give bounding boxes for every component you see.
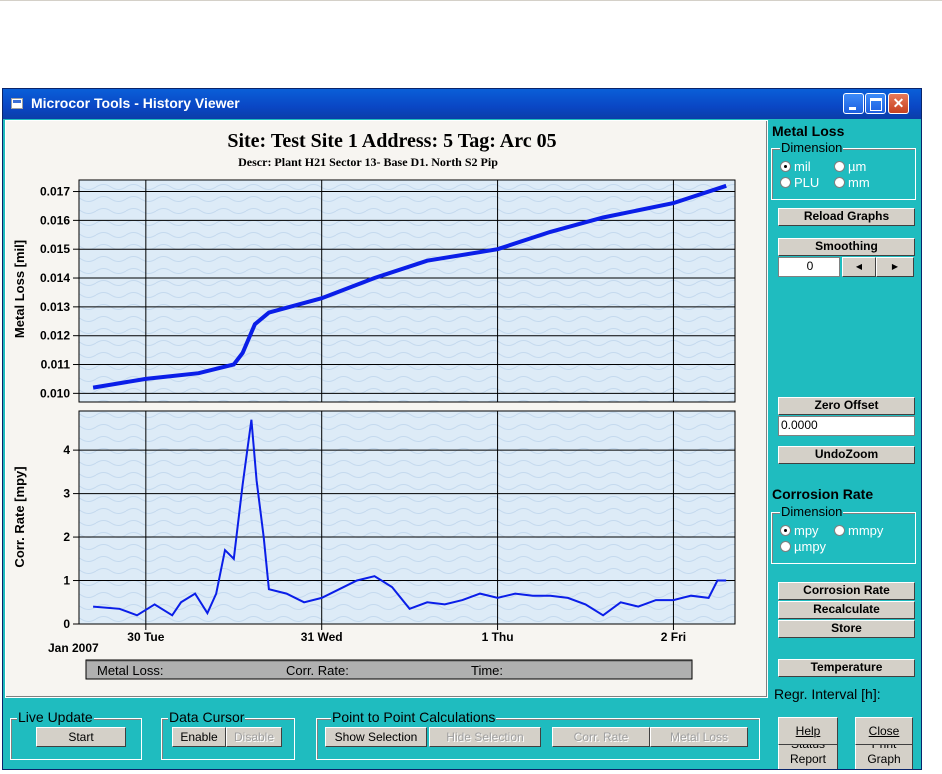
metal-loss-tick-label: 0.010 bbox=[40, 386, 70, 400]
x-tick-label: 31 Wed bbox=[301, 630, 343, 644]
radio-mpy[interactable]: mpy bbox=[780, 523, 819, 538]
enable-cursor-button[interactable]: Enable bbox=[172, 727, 226, 747]
metal-loss-tick-label: 0.016 bbox=[40, 213, 70, 227]
corr-rate-tick-label: 3 bbox=[63, 487, 70, 501]
corrosion-rate-button[interactable]: Corrosion Rate bbox=[778, 582, 915, 600]
metal-loss-plot-area[interactable] bbox=[78, 179, 736, 403]
corrosion-rate-dimension-group: Dimension mpy mmpy µmpy bbox=[771, 504, 916, 564]
reload-graphs-button[interactable]: Reload Graphs bbox=[778, 208, 915, 226]
regr-interval-label: Regr. Interval [h]: bbox=[774, 686, 881, 702]
corr-rate-tick-label: 1 bbox=[63, 574, 70, 588]
p2p-label: Point to Point Calculations bbox=[331, 709, 497, 725]
metal-loss-tick-label: 0.017 bbox=[40, 185, 70, 199]
close-label: Close bbox=[868, 724, 900, 738]
recalculate-button[interactable]: Recalculate bbox=[778, 601, 915, 619]
radio-plu[interactable]: PLU bbox=[780, 175, 819, 190]
smoothing-value-field[interactable]: 0 bbox=[778, 257, 840, 277]
corr-rate-y-label: Corr. Rate [mpy] bbox=[12, 466, 27, 567]
maximize-button[interactable] bbox=[865, 93, 886, 114]
smoothing-button[interactable]: Smoothing bbox=[778, 238, 915, 256]
live-update-label: Live Update bbox=[17, 709, 94, 725]
right-control-panel: Metal Loss Dimension mil µm PLU mm Reloa… bbox=[768, 120, 921, 769]
metal-loss-dimension-label: Dimension bbox=[780, 140, 844, 155]
smoothing-increase-button[interactable]: ▶ bbox=[876, 257, 914, 277]
undo-zoom-button[interactable]: UndoZoom bbox=[778, 446, 915, 464]
radio-mmpy[interactable]: mmpy bbox=[834, 523, 883, 538]
live-update-group: Live Update Start bbox=[10, 709, 142, 760]
metal-loss-tick-label: 0.011 bbox=[41, 358, 71, 372]
corr-rate-tick-label: 2 bbox=[63, 530, 70, 544]
metal-loss-dimension-group: Dimension mil µm PLU mm bbox=[771, 140, 916, 200]
history-viewer-window: Microcor Tools - History Viewer ✕ Site: … bbox=[2, 88, 922, 770]
close-window-button[interactable]: ✕ bbox=[888, 93, 909, 114]
status-time: Time: bbox=[471, 663, 503, 678]
start-button[interactable]: Start bbox=[36, 727, 126, 747]
corr-rate-tick-label: 4 bbox=[63, 443, 70, 457]
corr-rate-tick-label: 0 bbox=[63, 617, 70, 631]
x-tick-label: 1 Thu bbox=[482, 630, 514, 644]
graph-panel[interactable]: Site: Test Site 1 Address: 5 Tag: Arc 05… bbox=[5, 120, 768, 698]
top-separator bbox=[0, 0, 942, 1]
zero-offset-field[interactable]: 0.0000 bbox=[778, 416, 915, 436]
status-metal-loss: Metal Loss: bbox=[97, 663, 163, 678]
metal-loss-tick-label: 0.015 bbox=[40, 242, 70, 256]
cursor-status-bar: Metal Loss: Corr. Rate: Time: bbox=[85, 659, 693, 680]
close-button[interactable]: Close bbox=[855, 717, 913, 745]
help-button[interactable]: Help bbox=[778, 717, 838, 745]
metal-loss-tick-label: 0.014 bbox=[40, 271, 70, 285]
radio-um[interactable]: µm bbox=[834, 159, 866, 174]
bottom-controls: Live Update Start Data Cursor Enable Dis… bbox=[3, 698, 913, 769]
disable-cursor-button[interactable]: Disable bbox=[226, 727, 282, 747]
temperature-button[interactable]: Temperature bbox=[778, 659, 915, 677]
app-icon[interactable] bbox=[11, 98, 23, 109]
status-report-label-2: Report bbox=[789, 752, 827, 766]
metal-loss-tick-label: 0.013 bbox=[40, 300, 70, 314]
store-button[interactable]: Store bbox=[778, 620, 915, 638]
corr-rate-y-axis: 0 1 2 3 4 bbox=[63, 443, 79, 631]
minimize-button[interactable] bbox=[843, 93, 864, 114]
radio-umpy[interactable]: µmpy bbox=[780, 539, 826, 554]
corrosion-rate-dimension-label: Dimension bbox=[780, 504, 844, 519]
show-selection-button[interactable]: Show Selection bbox=[325, 727, 427, 747]
zero-offset-button[interactable]: Zero Offset bbox=[778, 397, 915, 415]
p2p-group: Point to Point Calculations Show Selecti… bbox=[316, 709, 760, 760]
metal-loss-tick-label: 0.012 bbox=[40, 329, 70, 343]
data-cursor-group: Data Cursor Enable Disable bbox=[161, 709, 295, 760]
title-bar[interactable]: Microcor Tools - History Viewer ✕ bbox=[3, 89, 921, 119]
window-title: Microcor Tools - History Viewer bbox=[31, 95, 240, 111]
p2p-corr-rate-button[interactable]: Corr. Rate bbox=[552, 727, 650, 747]
metal-loss-heading: Metal Loss bbox=[772, 123, 845, 139]
x-tick-label: 30 Tue bbox=[127, 630, 164, 644]
corrosion-rate-heading: Corrosion Rate bbox=[772, 486, 874, 502]
x-tick-label: 2 Fri bbox=[661, 630, 686, 644]
radio-mm[interactable]: mm bbox=[834, 175, 870, 190]
status-corr-rate: Corr. Rate: bbox=[286, 663, 349, 678]
print-graph-label-2: Graph bbox=[867, 752, 901, 766]
metal-loss-y-label: Metal Loss [mil] bbox=[12, 240, 27, 338]
month-label: Jan 2007 bbox=[48, 641, 99, 655]
metal-loss-y-axis: 0.010 0.011 0.012 0.013 0.014 0.015 0.016 0.017 bbox=[40, 185, 79, 400]
help-label: Help bbox=[795, 724, 821, 738]
p2p-metal-loss-button[interactable]: Metal Loss bbox=[650, 727, 748, 747]
smoothing-decrease-button[interactable]: ◀ bbox=[842, 257, 876, 277]
graph-subtitle: Descr: Plant H21 Sector 13- Base D1. Nor… bbox=[238, 155, 498, 169]
time-x-axis: 30 Tue 31 Wed 1 Thu 2 Fri bbox=[127, 624, 686, 644]
radio-mil[interactable]: mil bbox=[780, 159, 811, 174]
hide-selection-button[interactable]: Hide Selection bbox=[429, 727, 541, 747]
data-cursor-label: Data Cursor bbox=[168, 709, 246, 725]
corr-rate-plot-area[interactable] bbox=[78, 410, 736, 625]
history-chart[interactable]: Site: Test Site 1 Address: 5 Tag: Arc 05… bbox=[6, 121, 767, 697]
graph-title: Site: Test Site 1 Address: 5 Tag: Arc 05 bbox=[227, 130, 556, 152]
